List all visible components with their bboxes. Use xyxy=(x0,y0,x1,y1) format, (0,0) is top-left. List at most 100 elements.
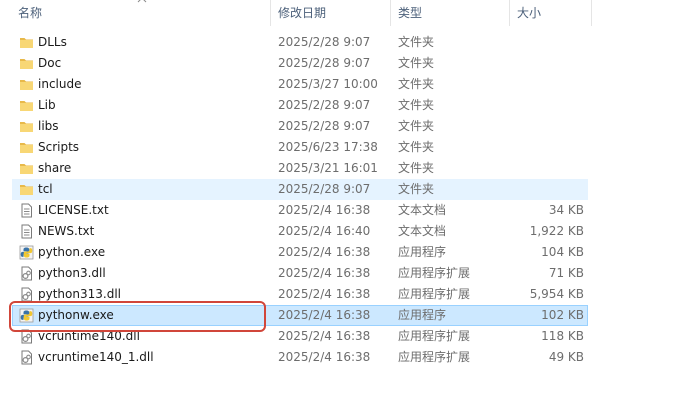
folder-icon xyxy=(19,77,34,92)
file-type: 应用程序扩展 xyxy=(398,287,471,301)
file-size xyxy=(515,158,584,179)
file-row[interactable]: python.exe 2025/2/4 16:38 应用程序 104 KB xyxy=(0,242,679,263)
file-size: 104 KB xyxy=(541,245,584,259)
python-exe-icon xyxy=(19,245,34,260)
file-type: 应用程序扩展 xyxy=(398,350,471,364)
file-date-modified: 2025/2/28 9:07 xyxy=(278,119,371,133)
folder-icon xyxy=(19,182,34,197)
file-type: 文件夹 xyxy=(398,56,435,70)
file-size xyxy=(515,53,584,74)
column-divider[interactable] xyxy=(270,0,271,26)
file-row-selected[interactable]: pythonw.exe 2025/2/4 16:38 应用程序 102 KB xyxy=(0,305,679,326)
column-header-bar: 名称 修改日期 类型 大小 xyxy=(0,0,592,26)
file-row[interactable]: share 2025/3/21 16:01 文件夹 xyxy=(0,158,679,179)
file-row[interactable]: python313.dll 2025/2/4 16:38 应用程序扩展 5,954 K… xyxy=(0,284,679,305)
file-type: 文件夹 xyxy=(398,35,435,49)
sort-ascending-icon xyxy=(137,0,147,3)
file-type: 应用程序扩展 xyxy=(398,266,471,280)
file-row[interactable]: Scripts 2025/6/23 17:38 文件夹 xyxy=(0,137,679,158)
file-name: Doc xyxy=(38,56,62,70)
file-date-modified: 2025/2/28 9:07 xyxy=(278,98,371,112)
file-date-modified: 2025/2/4 16:40 xyxy=(278,224,371,238)
column-header-date-modified[interactable]: 修改日期 xyxy=(278,0,326,26)
file-row[interactable]: python3.dll 2025/2/4 16:38 应用程序扩展 71 KB xyxy=(0,263,679,284)
file-row[interactable]: include 2025/3/27 10:00 文件夹 xyxy=(0,74,679,95)
file-name: DLLs xyxy=(38,35,67,49)
file-size: 5,954 KB xyxy=(529,287,584,301)
file-size xyxy=(515,137,584,158)
file-size: 1,922 KB xyxy=(529,224,584,238)
file-name: python.exe xyxy=(38,245,106,259)
file-size: 34 KB xyxy=(548,203,584,217)
file-type: 文本文档 xyxy=(398,224,447,238)
file-name: python313.dll xyxy=(38,287,121,301)
file-name: include xyxy=(38,77,82,91)
file-name: Lib xyxy=(38,98,56,112)
folder-icon xyxy=(19,161,34,176)
column-divider[interactable] xyxy=(509,0,510,26)
file-type: 文件夹 xyxy=(398,161,435,175)
file-row[interactable]: vcruntime140.dll 2025/2/4 16:38 应用程序扩展 118 … xyxy=(0,326,679,347)
file-size xyxy=(515,179,584,200)
file-size xyxy=(515,74,584,95)
file-name: tcl xyxy=(38,182,53,196)
file-date-modified: 2025/2/28 9:07 xyxy=(278,56,371,70)
file-row[interactable]: NEWS.txt 2025/2/4 16:40 文本文档 1,922 KB xyxy=(0,221,679,242)
file-name: libs xyxy=(38,119,59,133)
file-row[interactable]: Doc 2025/2/28 9:07 文件夹 xyxy=(0,53,679,74)
file-date-modified: 2025/6/23 17:38 xyxy=(278,140,378,154)
column-divider[interactable] xyxy=(591,0,592,26)
file-type: 文件夹 xyxy=(398,77,435,91)
file-name: Scripts xyxy=(38,140,80,154)
file-name: vcruntime140.dll xyxy=(38,329,140,343)
text-file-icon xyxy=(19,203,34,218)
column-divider[interactable] xyxy=(390,0,391,26)
file-date-modified: 2025/2/4 16:38 xyxy=(278,308,371,322)
column-header-name[interactable]: 名称 xyxy=(18,0,42,26)
file-type: 应用程序扩展 xyxy=(398,329,471,343)
file-date-modified: 2025/2/4 16:38 xyxy=(278,350,371,364)
column-header-size[interactable]: 大小 xyxy=(517,0,541,26)
file-date-modified: 2025/3/27 10:00 xyxy=(278,77,378,91)
file-size xyxy=(515,116,584,137)
file-date-modified: 2025/2/4 16:38 xyxy=(278,266,371,280)
file-type: 应用程序 xyxy=(398,245,447,259)
file-row[interactable]: DLLs 2025/2/28 9:07 文件夹 xyxy=(0,32,679,53)
file-name: NEWS.txt xyxy=(38,224,95,238)
file-row-hovered[interactable]: tcl 2025/2/28 9:07 文件夹 xyxy=(0,179,679,200)
file-size xyxy=(515,95,584,116)
file-type: 文件夹 xyxy=(398,98,435,112)
file-row[interactable]: LICENSE.txt 2025/2/4 16:38 文本文档 34 KB xyxy=(0,200,679,221)
file-date-modified: 2025/2/4 16:38 xyxy=(278,245,371,259)
file-name: share xyxy=(38,161,72,175)
file-date-modified: 2025/3/21 16:01 xyxy=(278,161,378,175)
file-type: 应用程序 xyxy=(398,308,447,322)
column-header-type[interactable]: 类型 xyxy=(398,0,422,26)
folder-icon xyxy=(19,98,34,113)
file-date-modified: 2025/2/28 9:07 xyxy=(278,182,371,196)
folder-icon xyxy=(19,35,34,50)
file-type: 文件夹 xyxy=(398,182,435,196)
dll-file-icon xyxy=(19,266,34,281)
folder-icon xyxy=(19,56,34,71)
folder-icon xyxy=(19,140,34,155)
file-date-modified: 2025/2/28 9:07 xyxy=(278,35,371,49)
file-name: vcruntime140_1.dll xyxy=(38,350,154,364)
file-date-modified: 2025/2/4 16:38 xyxy=(278,287,371,301)
file-name: pythonw.exe xyxy=(38,308,114,322)
file-size: 118 KB xyxy=(541,329,584,343)
file-row[interactable]: libs 2025/2/28 9:07 文件夹 xyxy=(0,116,679,137)
file-list: DLLs 2025/2/28 9:07 文件夹 Doc 2025/2/28 9:07 文… xyxy=(0,32,679,368)
file-name: python3.dll xyxy=(38,266,106,280)
file-row[interactable]: Lib 2025/2/28 9:07 文件夹 xyxy=(0,95,679,116)
file-date-modified: 2025/2/4 16:38 xyxy=(278,203,371,217)
folder-icon xyxy=(19,119,34,134)
file-date-modified: 2025/2/4 16:38 xyxy=(278,329,371,343)
file-type: 文本文档 xyxy=(398,203,447,217)
file-name: LICENSE.txt xyxy=(38,203,109,217)
file-type: 文件夹 xyxy=(398,140,435,154)
python-exe-icon xyxy=(19,308,34,323)
dll-file-icon xyxy=(19,329,34,344)
file-row[interactable]: vcruntime140_1.dll 2025/2/4 16:38 应用程序扩展 49… xyxy=(0,347,679,368)
file-size: 102 KB xyxy=(541,308,584,322)
